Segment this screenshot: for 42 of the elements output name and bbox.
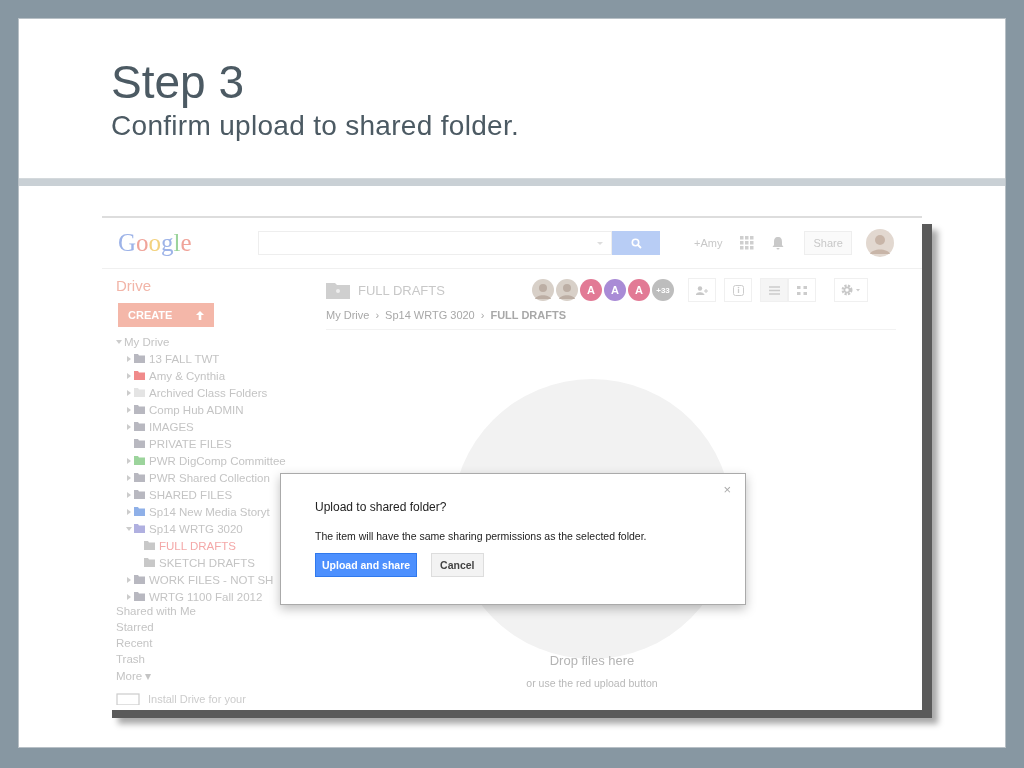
nav-link[interactable]: Trash	[116, 653, 302, 669]
breadcrumb-link[interactable]: Sp14 WRTG 3020	[385, 309, 475, 321]
folder-tree-item[interactable]: SHARED FILES	[116, 486, 302, 503]
slide-title: Step 3	[111, 55, 245, 109]
folder-tree-item[interactable]: Archived Class Folders	[116, 384, 302, 401]
close-button[interactable]: ×	[723, 482, 731, 497]
cancel-button[interactable]: Cancel	[431, 553, 484, 577]
drop-hint-text: or use the red upload button	[526, 677, 658, 689]
folder-tree-item[interactable]: My Drive	[116, 333, 302, 350]
folder-tree-item[interactable]: PRIVATE FILES	[116, 435, 302, 452]
avatar[interactable]: A	[628, 279, 650, 301]
logo: Google	[118, 229, 193, 257]
more-collaborators-count[interactable]: +33	[652, 279, 674, 301]
upload-and-share-button[interactable]: Upload and share	[315, 553, 418, 577]
avatar[interactable]: A	[580, 279, 602, 301]
folder-tree-item[interactable]: Comp Hub ADMIN	[116, 401, 302, 418]
avatar[interactable]: A	[604, 279, 626, 301]
folder-tree-item[interactable]: PWR Shared Collection	[116, 469, 302, 486]
folder-tree-item[interactable]: Sp14 New Media Storyt	[116, 503, 302, 520]
folder-tree-item[interactable]: FULL DRAFTS	[116, 537, 302, 554]
folder-tree-item[interactable]: SKETCH DRAFTS	[116, 554, 302, 571]
breadcrumb-link[interactable]: My Drive	[326, 309, 370, 321]
nav-link[interactable]: Starred	[116, 621, 302, 637]
folder-tree-item[interactable]: WORK FILES - NOT SH	[116, 571, 302, 588]
folder-tree-item[interactable]: WRTG 1100 Fall 2012	[116, 588, 302, 605]
slide-subtitle: Confirm upload to shared folder.	[111, 109, 521, 143]
drive-label: Drive	[116, 277, 152, 296]
folder-tree-item[interactable]: Sp14 WRTG 3020	[116, 520, 302, 537]
nav-link[interactable]: More ▾	[116, 669, 302, 685]
drop-files-text: Drop files here	[549, 653, 635, 668]
breadcrumb-separator: ›	[480, 309, 485, 321]
current-folder-crumb: FULL DRAFTS	[490, 309, 566, 321]
folder-tree-item[interactable]: Amy & Cynthia	[116, 367, 302, 384]
create-button[interactable]: CREATE	[118, 303, 214, 327]
nav-link[interactable]: Shared with Me	[116, 605, 302, 621]
breadcrumb-separator: ›	[375, 309, 380, 321]
folder-tree-item[interactable]: PWR DigComp Committee	[116, 452, 302, 469]
folder-tree-item[interactable]: 13 FALL TWT	[116, 350, 302, 367]
dialog-message: The item will have the same sharing permissions as the selected folder.	[315, 530, 647, 542]
folder-tree-item[interactable]: IMAGES	[116, 418, 302, 435]
nav-link[interactable]: Recent	[116, 637, 302, 653]
dialog-title: Upload to shared folder?	[315, 500, 447, 514]
